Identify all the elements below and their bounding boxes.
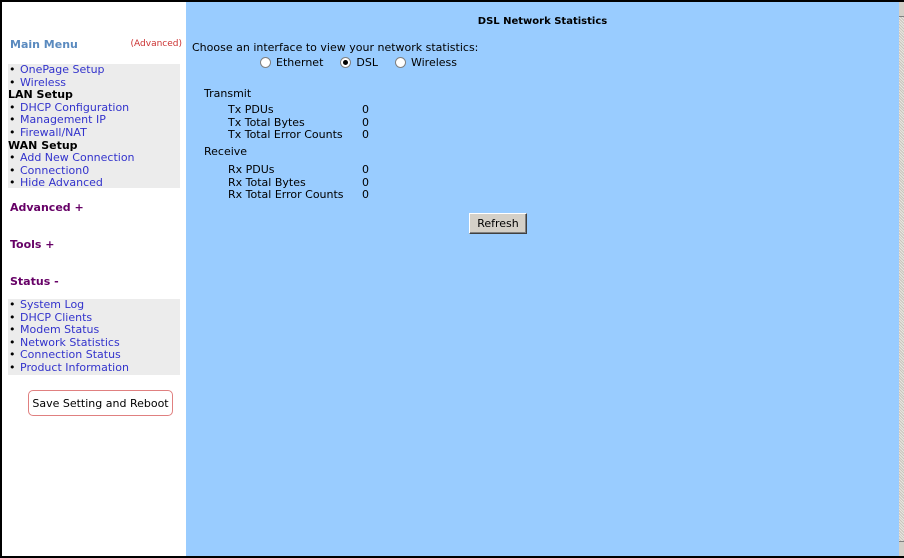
main-menu-list: • OnePage Setup • Wireless LAN Setup • DHCP… xyxy=(8,63,180,190)
stat-label: Tx Total Error Counts xyxy=(228,128,343,141)
stat-label: Rx PDUs xyxy=(228,163,275,176)
status-menu-list: • System Log • DHCP Clients • Modem Status … xyxy=(8,298,180,375)
main-menu-title[interactable]: Main Menu xyxy=(10,38,78,51)
receive-heading: Receive xyxy=(204,145,248,158)
radio-wireless[interactable]: Wireless xyxy=(394,56,458,69)
main-menu-header: Main Menu (Advanced) xyxy=(10,38,182,54)
radio-dsl[interactable]: DSL xyxy=(340,56,378,69)
stat-value: 0 xyxy=(362,188,369,201)
sidebar-section-status[interactable]: Status - xyxy=(10,275,59,288)
refresh-button[interactable]: Refresh xyxy=(469,213,527,234)
stat-label: Rx Total Error Counts xyxy=(228,188,344,201)
stat-value: 0 xyxy=(362,103,369,116)
radio-ethernet[interactable]: Ethernet xyxy=(260,56,323,69)
stat-value: 0 xyxy=(362,163,369,176)
sidebar: Main Menu (Advanced) • OnePage Setup • Wir… xyxy=(2,2,185,556)
scrollbar-track[interactable] xyxy=(899,17,904,541)
content-panel: DSL Network Statistics Choose an interfa… xyxy=(186,2,899,556)
radio-button-dsl[interactable] xyxy=(340,57,352,68)
radio-button-ethernet[interactable] xyxy=(260,57,271,68)
interface-prompt: Choose an interface to view your network… xyxy=(192,41,479,54)
advanced-mode-tag: (Advanced) xyxy=(130,39,182,49)
stat-value: 0 xyxy=(362,128,369,141)
scroll-up-arrow-icon[interactable] xyxy=(899,2,904,17)
sidebar-section-advanced[interactable]: Advanced + xyxy=(10,201,84,214)
sidebar-section-tools[interactable]: Tools + xyxy=(10,238,55,251)
radio-label-wireless: Wireless xyxy=(410,56,458,69)
radio-label-ethernet: Ethernet xyxy=(276,56,324,69)
vertical-scrollbar[interactable] xyxy=(899,2,904,556)
sidebar-item-hide-advanced[interactable]: • Hide Advanced xyxy=(8,177,180,190)
transmit-heading: Transmit xyxy=(204,87,252,100)
browser-frame: Main Menu (Advanced) • OnePage Setup • Wir… xyxy=(2,2,899,556)
scroll-down-arrow-icon[interactable] xyxy=(899,541,904,556)
radio-button-wireless[interactable] xyxy=(394,57,406,68)
radio-label-dsl: DSL xyxy=(356,56,378,69)
page-title: DSL Network Statistics xyxy=(477,16,608,27)
save-and-reboot-button[interactable]: Save Setting and Reboot xyxy=(28,390,173,416)
sidebar-item-product-information[interactable]: • Product Information xyxy=(8,361,180,375)
stat-label: Tx PDUs xyxy=(228,103,274,116)
sidebar-item-firewall-nat[interactable]: • Firewall/NAT xyxy=(8,126,180,140)
interface-radio-group: Ethernet DSL Wireless xyxy=(260,56,474,69)
